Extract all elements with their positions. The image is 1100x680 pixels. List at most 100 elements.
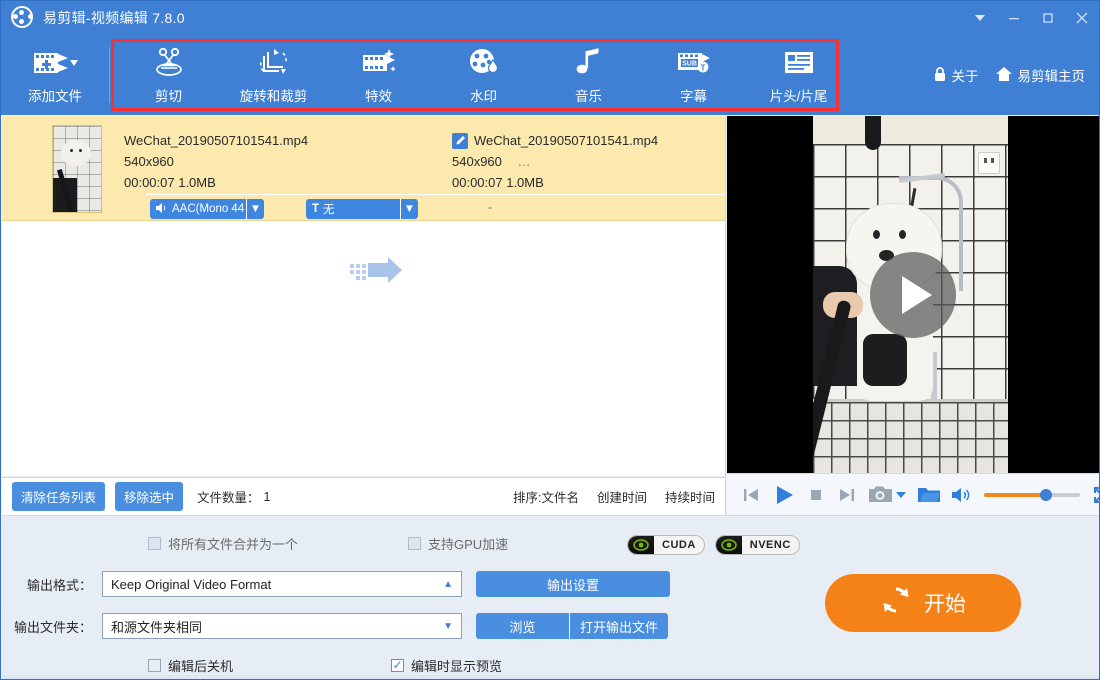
video-preview[interactable] — [727, 116, 1099, 473]
output-format-value: Keep Original Video Format — [111, 576, 272, 592]
output-placeholder: - — [488, 200, 492, 214]
chevron-down-icon[interactable]: ▼ — [400, 199, 418, 219]
show-preview-label: 编辑时显示预览 — [411, 658, 503, 674]
output-folder-select[interactable]: 和源文件夹相同 ▼ — [102, 613, 462, 639]
intro-outro-icon — [782, 45, 816, 81]
output-folder-label: 输出文件夹： — [13, 619, 92, 635]
window-controls — [963, 1, 1099, 35]
merge-all-checkbox[interactable]: 将所有文件合并为一个 — [148, 534, 298, 553]
start-label: 开始 — [924, 593, 966, 616]
chevron-down-icon[interactable] — [896, 486, 906, 504]
tool-effects-label: 特效 — [365, 89, 392, 104]
sort-option-created[interactable]: 创建时间 — [597, 487, 647, 506]
tool-watermark-label: 水印 — [470, 89, 497, 104]
checkbox-box — [408, 536, 422, 550]
minimize-button[interactable] — [997, 1, 1031, 35]
clear-task-list-button[interactable]: 清除任务列表 — [12, 482, 106, 511]
gpu-accel-checkbox[interactable]: 支持GPU加速 — [408, 534, 508, 553]
checkbox-box — [148, 536, 161, 550]
add-film-icon — [32, 45, 78, 81]
open-output-button[interactable]: 打开输出文件 — [570, 613, 668, 639]
tool-effects[interactable]: 特效 — [326, 35, 431, 115]
convert-arrow-icon — [350, 256, 416, 286]
tool-subtitle[interactable]: SUB T 字幕 — [641, 35, 746, 115]
maximize-button[interactable] — [1031, 1, 1065, 35]
about-label: 关于 — [951, 69, 979, 84]
edit-pencil-icon[interactable] — [452, 132, 468, 149]
sort-option-duration[interactable]: 持续时间 — [665, 487, 715, 506]
subtitle-track-dropdown[interactable]: T 无 ▼ — [306, 199, 418, 219]
final-options-row: 编辑后关机 ✓ 编辑时显示预览 — [2, 654, 822, 676]
homepage-link[interactable]: 易剪辑主页 — [995, 65, 1086, 85]
nvidia-eye-icon — [628, 536, 654, 554]
sort-option-filename: 文件名 — [541, 491, 579, 505]
output-format-row: 输出格式： Keep Original Video Format ▲ 输出设置 — [2, 571, 670, 597]
chevron-down-icon[interactable]: ▼ — [246, 199, 264, 219]
volume-button[interactable] — [952, 487, 972, 503]
output-duration-size: 00:00:07 1.0MB — [452, 175, 544, 190]
dropdown-menu-button[interactable] — [963, 1, 997, 35]
toolbar-right-links: 关于 易剪辑主页 — [933, 35, 1100, 115]
audio-track-dropdown[interactable]: AAC(Mono 44 ▼ — [150, 199, 264, 219]
close-button[interactable] — [1065, 1, 1099, 35]
tool-intro-outro-label: 片头/片尾 — [769, 89, 828, 104]
stop-button[interactable] — [807, 486, 825, 504]
add-file-button[interactable]: 添加文件 — [1, 35, 109, 115]
sort-by-filename[interactable]: 排序:文件名 — [513, 487, 579, 506]
previous-button[interactable] — [741, 485, 761, 505]
homepage-label: 易剪辑主页 — [1017, 69, 1086, 84]
next-button[interactable] — [837, 485, 857, 505]
output-settings-button[interactable]: 输出设置 — [476, 571, 670, 597]
play-button[interactable] — [773, 484, 795, 506]
home-icon — [995, 66, 1013, 85]
tool-music[interactable]: 音乐 — [536, 35, 641, 115]
lock-icon — [933, 66, 947, 85]
show-preview-checkbox[interactable]: ✓ 编辑时显示预览 — [391, 656, 502, 675]
play-overlay-icon[interactable] — [870, 251, 956, 338]
tool-rotate-crop-label: 旋转和裁剪 — [239, 89, 308, 104]
open-folder-button[interactable] — [918, 486, 940, 504]
tool-watermark[interactable]: 水印 — [431, 35, 536, 115]
source-file-info: WeChat_20190507101541.mp4 540x960 00:00:… — [124, 116, 414, 193]
chevron-down-icon[interactable]: ▼ — [443, 621, 453, 632]
snapshot-button[interactable] — [869, 485, 906, 504]
tool-rotate-crop[interactable]: 旋转和裁剪 — [221, 35, 326, 115]
track-selectors: AAC(Mono 44 ▼ T 无 ▼ — [150, 199, 418, 219]
shutdown-after-checkbox[interactable]: 编辑后关机 — [148, 656, 233, 675]
gpu-badges: CUDA NVENC — [627, 535, 800, 555]
table-row[interactable]: WeChat_20190507101541.mp4 540x960 00:00:… — [2, 116, 725, 283]
about-link[interactable]: 关于 — [933, 65, 979, 85]
output-format-select[interactable]: Keep Original Video Format ▲ — [102, 571, 462, 597]
start-button[interactable]: 开始 — [825, 574, 1021, 632]
sort-prefix: 排序: — [512, 491, 542, 505]
remove-selected-button[interactable]: 移除选中 — [115, 482, 184, 511]
svg-text:T: T — [700, 63, 705, 72]
file-list[interactable]: WeChat_20190507101541.mp4 540x960 00:00:… — [2, 116, 726, 476]
editing-tools-group: 剪切 旋转和裁剪 特效 水印 音乐 SUB T 字幕 片头/片尾 — [116, 35, 851, 115]
window-title: 易剪辑-视频编辑 7.8.0 — [43, 10, 185, 26]
tool-cut-label: 剪切 — [155, 89, 182, 104]
watermark-icon — [467, 45, 501, 81]
output-resolution: 540x960 — [452, 154, 502, 169]
source-resolution: 540x960 — [124, 154, 174, 169]
row-divider — [146, 194, 725, 195]
music-note-icon — [574, 45, 604, 81]
cuda-label: CUDA — [662, 539, 696, 551]
shutdown-after-label: 编辑后关机 — [168, 658, 234, 674]
tool-intro-outro[interactable]: 片头/片尾 — [746, 35, 851, 115]
main-toolbar: 添加文件 剪切 旋转和裁剪 特效 水印 音乐 SUB T 字幕 片头/片尾 关于… — [1, 35, 1099, 115]
file-count-value: 1 — [263, 489, 271, 504]
chevron-up-icon[interactable]: ▲ — [443, 579, 453, 590]
file-count-label: 文件数量： — [197, 491, 260, 505]
merge-all-label: 将所有文件合并为一个 — [168, 536, 299, 552]
browse-button[interactable]: 浏览 — [476, 613, 570, 639]
rotate-crop-icon — [257, 45, 291, 81]
status-badge: CUDA — [627, 535, 705, 555]
gpu-accel-label: 支持GPU加速 — [428, 536, 509, 552]
tool-cut[interactable]: 剪切 — [116, 35, 221, 115]
output-format-label: 输出格式： — [26, 577, 92, 593]
fullscreen-button[interactable] — [1092, 485, 1100, 505]
output-folder-row: 输出文件夹： 和源文件夹相同 ▼ 浏览 打开输出文件 — [2, 613, 668, 639]
volume-slider[interactable] — [984, 488, 1080, 501]
add-file-label: 添加文件 — [28, 89, 82, 104]
